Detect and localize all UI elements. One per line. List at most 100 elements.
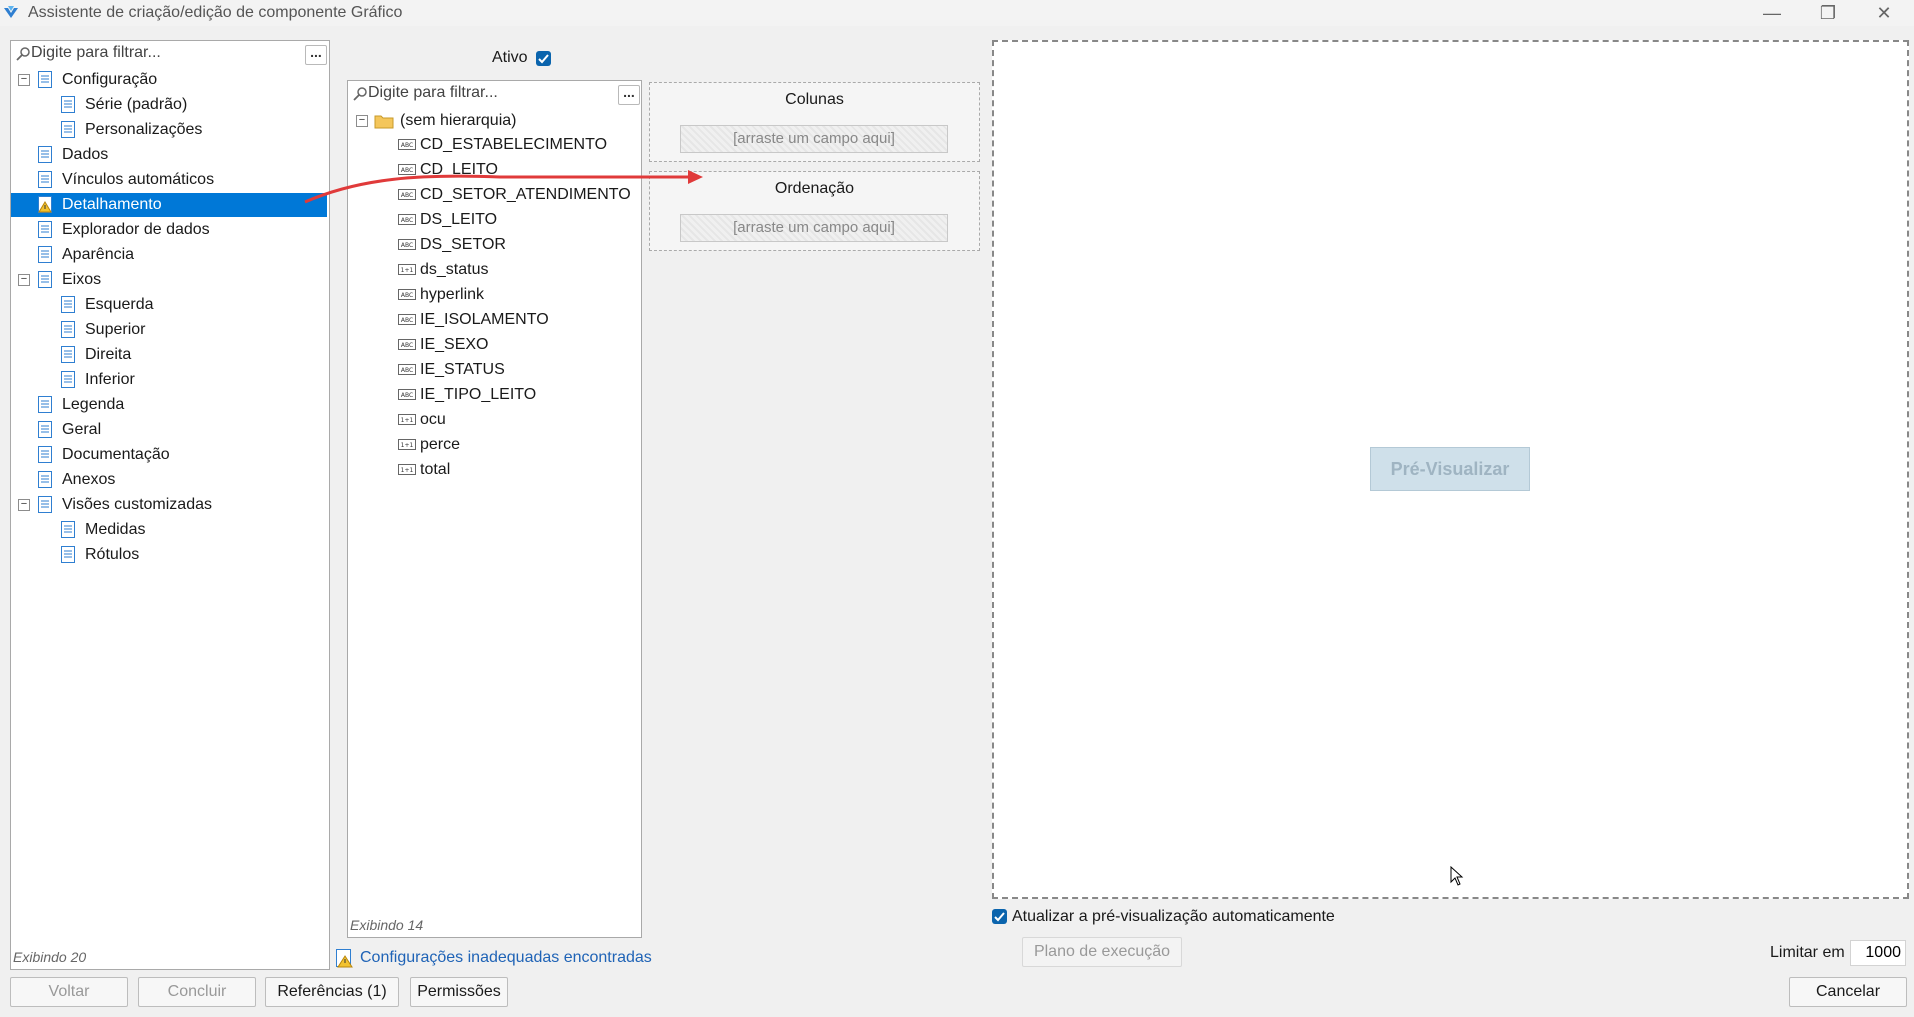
- nav-item-superior[interactable]: Superior: [11, 318, 327, 342]
- references-button[interactable]: Referências (1): [265, 977, 399, 1007]
- search-icon: [16, 47, 30, 61]
- numeric-field-icon: 1+1: [398, 439, 416, 450]
- fields-root-label: (sem hierarquia): [400, 112, 517, 129]
- page-icon: [38, 171, 52, 188]
- collapse-icon[interactable]: −: [18, 274, 30, 286]
- nav-item-aparencia[interactable]: Aparência: [11, 243, 327, 267]
- nav-item-configuracao[interactable]: − Configuração: [11, 68, 327, 92]
- nav-item-explorador-de-dados[interactable]: Explorador de dados: [11, 218, 327, 242]
- svg-text:ABC: ABC: [401, 142, 413, 149]
- nav-item-label: Configuração: [62, 71, 158, 88]
- nav-item-legenda[interactable]: Legenda: [11, 393, 327, 417]
- nav-item-label: Série (padrão): [85, 96, 188, 113]
- nav-filter-input[interactable]: [31, 44, 291, 62]
- title-bar: Assistente de criação/edição de componen…: [0, 0, 1914, 26]
- nav-item-geral[interactable]: Geral: [11, 418, 327, 442]
- field-label: CD_ESTABELECIMENTO: [420, 136, 608, 153]
- nav-item-label: Detalhamento: [62, 196, 162, 213]
- svg-text:ABC: ABC: [401, 292, 413, 299]
- nav-item-medidas[interactable]: Medidas: [11, 518, 327, 542]
- fields-root[interactable]: − (sem hierarquia): [348, 109, 639, 133]
- ativo-label: Ativo: [492, 49, 528, 66]
- nav-item-inferior[interactable]: Inferior: [11, 368, 327, 392]
- inadequate-config-link[interactable]: Configurações inadequadas encontradas: [360, 949, 652, 967]
- svg-text:ABC: ABC: [401, 317, 413, 324]
- page-icon: [38, 396, 52, 413]
- nav-item-personalizacoes[interactable]: Personalizações: [11, 118, 327, 142]
- nav-item-detalhamento[interactable]: Detalhamento: [11, 193, 327, 217]
- nav-item-label: Esquerda: [85, 296, 154, 313]
- nav-more-button[interactable]: ...: [305, 45, 327, 65]
- nav-item-visoes-customizadas[interactable]: − Visões customizadas: [11, 493, 327, 517]
- svg-text:ABC: ABC: [401, 392, 413, 399]
- svg-text:ABC: ABC: [401, 342, 413, 349]
- numeric-field-icon: 1+1: [398, 264, 416, 275]
- nav-item-vinculos-automaticos[interactable]: Vínculos automáticos: [11, 168, 327, 192]
- fields-count: Exibindo 14: [350, 917, 424, 933]
- svg-text:1+1: 1+1: [401, 442, 414, 449]
- fields-filter-input[interactable]: [368, 84, 598, 102]
- field-label: IE_STATUS: [420, 361, 505, 378]
- collapse-icon[interactable]: −: [356, 115, 368, 127]
- nav-item-documentacao[interactable]: Documentação: [11, 443, 327, 467]
- columns-dropzone[interactable]: Colunas [arraste um campo aqui]: [649, 82, 980, 162]
- nav-item-dados[interactable]: Dados: [11, 143, 327, 167]
- collapse-icon[interactable]: −: [18, 499, 30, 511]
- restore-icon[interactable]: ❐: [1800, 0, 1856, 26]
- text-field-icon: ABC: [398, 314, 416, 325]
- minimize-icon[interactable]: —: [1744, 0, 1800, 26]
- page-icon: [61, 371, 75, 388]
- page-icon: [38, 71, 52, 88]
- finish-button[interactable]: Concluir: [138, 977, 256, 1007]
- page-icon: [61, 346, 75, 363]
- text-field-icon: ABC: [398, 139, 416, 150]
- page-warning-icon: [38, 196, 52, 213]
- page-icon: [38, 271, 52, 288]
- nav-item-anexos[interactable]: Anexos: [11, 468, 327, 492]
- nav-item-serie-padrao[interactable]: Série (padrão): [11, 93, 327, 117]
- window-title: Assistente de criação/edição de componen…: [28, 4, 403, 21]
- execution-plan-button[interactable]: Plano de execução: [1022, 937, 1182, 967]
- field-label: ocu: [420, 411, 446, 428]
- nav-item-label: Eixos: [62, 271, 102, 288]
- fields-more-button[interactable]: ...: [618, 85, 640, 105]
- nav-item-eixos[interactable]: − Eixos: [11, 268, 327, 292]
- field-label: total: [420, 461, 451, 478]
- nav-item-label: Superior: [85, 321, 146, 338]
- auto-update-checkbox[interactable]: [992, 909, 1007, 924]
- nav-item-direita[interactable]: Direita: [11, 343, 327, 367]
- page-icon: [61, 521, 75, 538]
- field-label: IE_ISOLAMENTO: [420, 311, 549, 328]
- columns-drop-slot[interactable]: [arraste um campo aqui]: [680, 125, 948, 153]
- fields-filter: ...: [348, 81, 641, 107]
- numeric-field-icon: 1+1: [398, 464, 416, 475]
- warning-document-icon: [336, 949, 353, 968]
- permissions-button[interactable]: Permissões: [410, 977, 508, 1007]
- page-icon: [61, 96, 75, 113]
- nav-item-rotulos[interactable]: Rótulos: [11, 543, 327, 567]
- page-icon: [61, 546, 75, 563]
- limit-input[interactable]: [1850, 940, 1906, 966]
- svg-text:ABC: ABC: [401, 242, 413, 249]
- nav-item-label: Anexos: [62, 471, 116, 488]
- check-icon: [538, 54, 549, 64]
- ativo-checkbox[interactable]: [536, 51, 551, 66]
- back-button[interactable]: Voltar: [10, 977, 128, 1007]
- field-label: DS_SETOR: [420, 236, 506, 253]
- preview-button[interactable]: Pré-Visualizar: [1370, 447, 1530, 491]
- search-icon: [353, 87, 367, 101]
- nav-item-esquerda[interactable]: Esquerda: [11, 293, 327, 317]
- field-label: hyperlink: [420, 286, 485, 303]
- page-icon: [61, 321, 75, 338]
- nav-item-label: Explorador de dados: [62, 221, 210, 238]
- nav-item-label: Vínculos automáticos: [62, 171, 215, 188]
- nav-item-label: Documentação: [62, 446, 170, 463]
- cancel-button[interactable]: Cancelar: [1789, 977, 1907, 1007]
- ordering-drop-slot[interactable]: [arraste um campo aqui]: [680, 214, 948, 242]
- close-icon[interactable]: ✕: [1856, 0, 1912, 26]
- collapse-icon[interactable]: −: [18, 74, 30, 86]
- page-icon: [38, 471, 52, 488]
- nav-item-label: Geral: [62, 421, 102, 438]
- limit-label: Limitar em: [1770, 944, 1845, 961]
- text-field-icon: ABC: [398, 239, 416, 250]
